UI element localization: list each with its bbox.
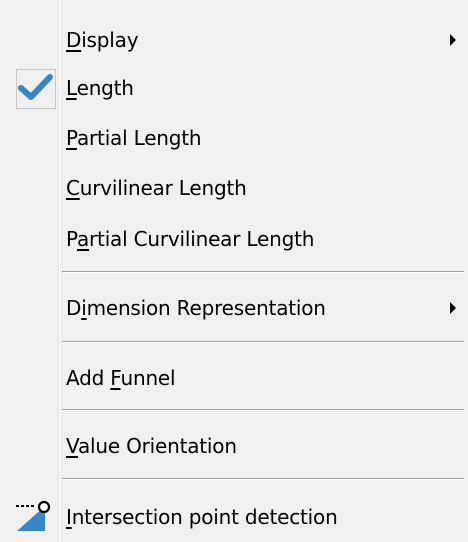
menu-item-length[interactable]: Length [0, 65, 468, 111]
menu-item-label: Add Funnel [66, 366, 176, 390]
menu-separator [62, 409, 464, 411]
menu-item-curvilinear-length[interactable]: Curvilinear Length [0, 165, 468, 211]
menu-item-label: Curvilinear Length [66, 176, 247, 200]
menu-item-add-funnel[interactable]: Add Funnel [0, 355, 468, 401]
intersection-point-icon [16, 500, 51, 531]
checkmark-icon [18, 74, 53, 100]
menu-item-label: Display [66, 28, 139, 52]
menu-item-intersection-point-detection[interactable]: Intersection point detection [0, 494, 468, 540]
menu-item-dimension-representation[interactable]: Dimension Representation [0, 285, 468, 331]
context-menu: Display Length Partial Length Curvilinea… [0, 0, 468, 542]
menu-separator [62, 271, 464, 273]
submenu-arrow-icon [450, 34, 456, 46]
menu-item-label: Intersection point detection [66, 505, 338, 529]
menu-item-value-orientation[interactable]: Value Orientation [0, 423, 468, 469]
checked-indicator [16, 69, 56, 109]
menu-item-label: Value Orientation [66, 434, 237, 458]
menu-item-partial-length[interactable]: Partial Length [0, 115, 468, 161]
menu-item-label: Partial Curvilinear Length [66, 227, 315, 251]
submenu-arrow-icon [450, 302, 456, 314]
menu-item-label: Dimension Representation [66, 296, 326, 320]
menu-item-partial-curvilinear-length[interactable]: Partial Curvilinear Length [0, 216, 468, 262]
menu-item-display[interactable]: Display [0, 17, 468, 63]
menu-item-label: Partial Length [66, 126, 202, 150]
menu-separator [62, 478, 464, 480]
menu-item-label: Length [66, 76, 134, 100]
menu-separator [62, 341, 464, 343]
